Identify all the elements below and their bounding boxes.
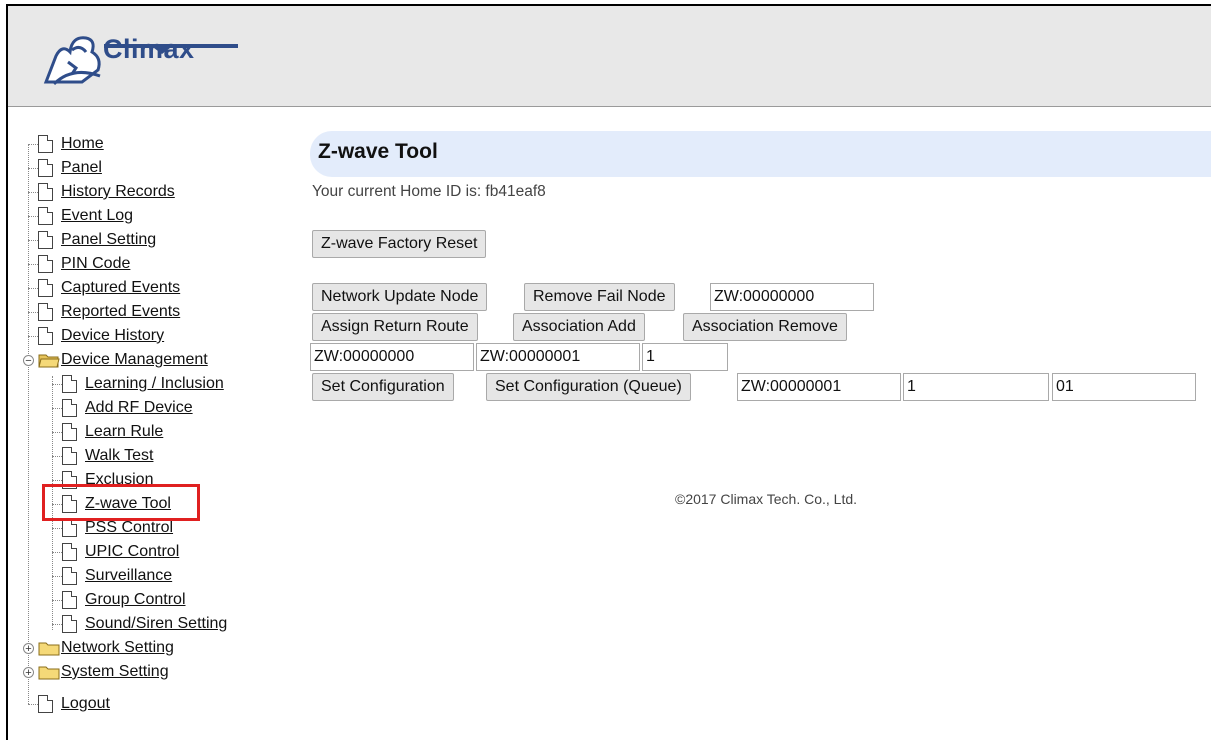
config-node-input[interactable] bbox=[737, 373, 901, 401]
network-update-node-button[interactable]: Network Update Node bbox=[312, 283, 488, 311]
page-icon bbox=[62, 423, 77, 441]
page-icon bbox=[38, 279, 53, 297]
logo-text: Climax bbox=[103, 34, 195, 64]
tree-item-add-rf-device[interactable]: Add RF Device bbox=[85, 397, 193, 421]
page-icon bbox=[62, 543, 77, 561]
tree-item-system-setting[interactable]: System Setting bbox=[61, 661, 169, 685]
page-icon bbox=[38, 159, 53, 177]
tree-item-panel[interactable]: Panel bbox=[61, 157, 102, 181]
tree-item-home[interactable]: Home bbox=[61, 133, 104, 157]
page-icon bbox=[62, 447, 77, 465]
page-icon bbox=[38, 695, 53, 713]
factory-reset-button[interactable]: Z-wave Factory Reset bbox=[312, 230, 487, 258]
tree-item-device-history[interactable]: Device History bbox=[61, 325, 164, 349]
page-icon bbox=[38, 231, 53, 249]
tree-item-group-control[interactable]: Group Control bbox=[85, 589, 186, 613]
set-configuration-button[interactable]: Set Configuration bbox=[312, 373, 454, 401]
tree-item-reported-events[interactable]: Reported Events bbox=[61, 301, 180, 325]
page-title: Z-wave Tool bbox=[318, 140, 438, 163]
association-add-button[interactable]: Association Add bbox=[513, 313, 645, 341]
page-icon bbox=[62, 375, 77, 393]
tree-item-history-records[interactable]: History Records bbox=[61, 181, 175, 205]
expand-toggle-icon[interactable]: + bbox=[23, 667, 34, 679]
association-target-input[interactable] bbox=[476, 343, 640, 371]
expand-toggle-icon[interactable]: + bbox=[23, 643, 34, 655]
tree-item-event-log[interactable]: Event Log bbox=[61, 205, 133, 229]
tree-item-device-management[interactable]: Device Management bbox=[61, 349, 208, 373]
home-id-text: Your current Home ID is: fb41eaf8 bbox=[312, 183, 546, 200]
collapse-toggle-icon[interactable]: − bbox=[23, 355, 34, 367]
tree-item-captured-events[interactable]: Captured Events bbox=[61, 277, 180, 301]
page-icon bbox=[38, 255, 53, 273]
page-icon bbox=[62, 615, 77, 633]
tree-item-network-setting[interactable]: Network Setting bbox=[61, 637, 174, 661]
tree-item-logout[interactable]: Logout bbox=[61, 693, 110, 717]
tree-item-learning-inclusion[interactable]: Learning / Inclusion bbox=[85, 373, 224, 397]
page-icon bbox=[62, 399, 77, 417]
page-icon bbox=[38, 183, 53, 201]
tree-item-walk-test[interactable]: Walk Test bbox=[85, 445, 153, 469]
assign-return-route-button[interactable]: Assign Return Route bbox=[312, 313, 478, 341]
tree-item-sound-siren-setting[interactable]: Sound/Siren Setting bbox=[85, 613, 227, 637]
page-icon bbox=[62, 519, 77, 537]
association-node-input[interactable] bbox=[310, 343, 474, 371]
node-id-input[interactable] bbox=[710, 283, 874, 311]
tree-item-pin-code[interactable]: PIN Code bbox=[61, 253, 130, 277]
folder-open-icon bbox=[38, 354, 60, 368]
association-remove-button[interactable]: Association Remove bbox=[683, 313, 847, 341]
set-configuration-queue-button[interactable]: Set Configuration (Queue) bbox=[486, 373, 691, 401]
remove-fail-node-button[interactable]: Remove Fail Node bbox=[524, 283, 675, 311]
tree-item-learn-rule[interactable]: Learn Rule bbox=[85, 421, 163, 445]
copyright-text: ©2017 Climax Tech. Co., Ltd. bbox=[675, 491, 858, 507]
page-icon bbox=[62, 591, 77, 609]
title-bar bbox=[310, 131, 1211, 177]
page-icon bbox=[38, 207, 53, 225]
page-icon bbox=[38, 303, 53, 321]
config-parameter-input[interactable] bbox=[903, 373, 1049, 401]
page-icon bbox=[38, 327, 53, 345]
tree-item-surveillance[interactable]: Surveillance bbox=[85, 565, 172, 589]
association-group-input[interactable] bbox=[642, 343, 728, 371]
tree-line bbox=[28, 144, 29, 704]
selection-highlight bbox=[42, 484, 200, 521]
header-bar: Climax bbox=[8, 6, 1211, 107]
page-icon bbox=[38, 135, 53, 153]
tree-item-panel-setting[interactable]: Panel Setting bbox=[61, 229, 156, 253]
page-icon bbox=[62, 567, 77, 585]
config-value-input[interactable] bbox=[1052, 373, 1196, 401]
folder-icon bbox=[38, 666, 60, 680]
tree-item-upic-control[interactable]: UPIC Control bbox=[85, 541, 179, 565]
folder-icon bbox=[38, 642, 60, 656]
